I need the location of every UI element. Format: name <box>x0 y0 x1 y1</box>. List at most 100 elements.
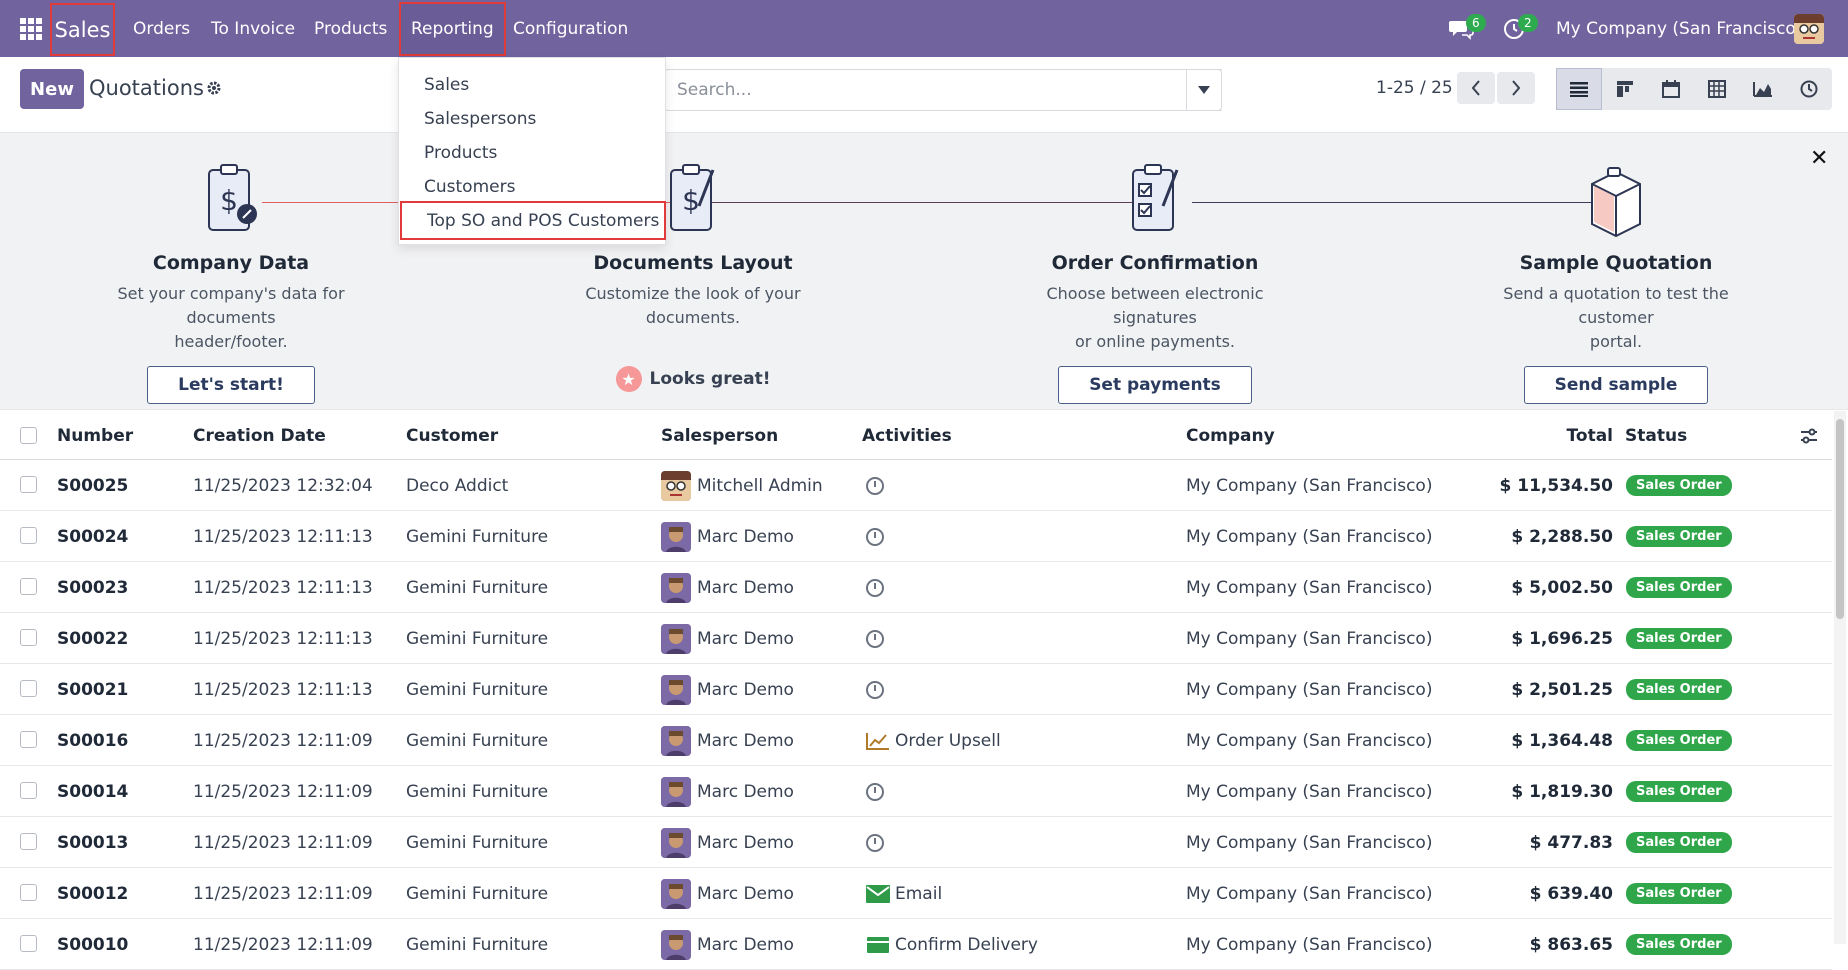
pivot-view-button[interactable] <box>1694 68 1740 110</box>
activity-view-button[interactable] <box>1786 68 1832 110</box>
apps-menu-icon[interactable] <box>20 18 42 40</box>
avatar <box>661 827 691 858</box>
activity-clock-icon[interactable] <box>866 476 884 495</box>
scrollbar-thumb[interactable] <box>1836 419 1844 619</box>
salesperson-name: Mitchell Admin <box>697 475 823 496</box>
pager-value[interactable]: 1-25 / 25 <box>1376 78 1453 98</box>
company-switcher[interactable]: My Company (San Francisco) <box>1556 0 1802 57</box>
column-number[interactable]: Number <box>57 411 133 460</box>
order-number: S00010 <box>57 934 129 955</box>
customer-name: Gemini Furniture <box>406 934 549 955</box>
column-customer[interactable]: Customer <box>406 411 498 460</box>
step-title: Documents Layout <box>593 252 793 274</box>
app-name-sales[interactable]: Sales <box>50 3 115 56</box>
step-sample-quotation: Sample Quotation Send a quotation to tes… <box>1466 160 1766 404</box>
column-company[interactable]: Company <box>1186 411 1275 460</box>
row-checkbox[interactable] <box>20 527 37 544</box>
activity-cell[interactable] <box>866 766 884 817</box>
row-checkbox[interactable] <box>20 680 37 697</box>
menu-configuration[interactable]: Configuration <box>513 0 628 57</box>
column-status[interactable]: Status <box>1625 411 1687 460</box>
activity-cell[interactable]: Order Upsell <box>866 715 1001 766</box>
kanban-view-button[interactable] <box>1602 68 1648 110</box>
salesperson: Marc Demo <box>661 562 794 613</box>
activity-cell[interactable]: Confirm Delivery <box>866 919 1038 970</box>
table-row[interactable]: S00022 11/25/2023 12:11:13 Gemini Furnitur… <box>0 613 1832 664</box>
menu-reporting[interactable]: Reporting <box>399 2 506 56</box>
menu-item-top-so-pos-customers[interactable]: Top SO and POS Customers <box>400 201 666 240</box>
row-checkbox[interactable] <box>20 884 37 901</box>
menu-item-customers[interactable]: Customers <box>399 170 665 203</box>
gear-icon[interactable] <box>206 80 222 96</box>
menu-item-salespersons[interactable]: Salespersons <box>399 102 665 135</box>
activity-label[interactable]: Confirm Delivery <box>895 935 1038 955</box>
activity-clock-icon[interactable] <box>866 629 884 648</box>
table-row[interactable]: S00010 11/25/2023 12:11:09 Gemini Furnitur… <box>0 919 1832 970</box>
table-row[interactable]: S00023 11/25/2023 12:11:13 Gemini Furnitur… <box>0 562 1832 613</box>
pager-next-button[interactable] <box>1497 72 1535 104</box>
new-button[interactable]: New <box>20 69 84 109</box>
table-row[interactable]: S00014 11/25/2023 12:11:09 Gemini Furnitur… <box>0 766 1832 817</box>
optional-columns-icon[interactable] <box>1800 411 1818 460</box>
status-badge: Sales Order <box>1626 781 1732 802</box>
caret-down-icon <box>1198 86 1210 94</box>
row-checkbox[interactable] <box>20 578 37 595</box>
graph-view-button[interactable] <box>1740 68 1786 110</box>
order-number: S00024 <box>57 526 129 547</box>
table-row[interactable]: S00025 11/25/2023 12:32:04 Deco Addict Mitc… <box>0 460 1832 511</box>
search-input[interactable]: Search... <box>664 69 1222 111</box>
company-name: My Company (San Francisco) <box>1186 832 1433 853</box>
activity-cell[interactable] <box>866 460 884 511</box>
table-row[interactable]: S00024 11/25/2023 12:11:13 Gemini Furnitur… <box>0 511 1832 562</box>
menu-item-products[interactable]: Products <box>399 136 665 169</box>
step-done-indicator: ★ Looks great! <box>615 366 770 392</box>
menu-item-sales[interactable]: Sales <box>399 68 665 101</box>
order-total: $ 477.83 <box>1529 832 1613 853</box>
activity-clock-icon[interactable] <box>866 833 884 852</box>
activity-clock-icon[interactable] <box>866 782 884 801</box>
user-avatar[interactable] <box>1794 14 1824 44</box>
vertical-scrollbar[interactable] <box>1834 411 1846 944</box>
activity-cell[interactable] <box>866 664 884 715</box>
menu-to-invoice[interactable]: To Invoice <box>211 0 295 57</box>
salesperson-name: Marc Demo <box>697 628 794 649</box>
calendar-view-button[interactable] <box>1648 68 1694 110</box>
table-row[interactable]: S00021 11/25/2023 12:11:13 Gemini Furnitur… <box>0 664 1832 715</box>
activity-cell[interactable] <box>866 613 884 664</box>
activity-clock-icon[interactable] <box>866 680 884 699</box>
menu-orders[interactable]: Orders <box>133 0 190 57</box>
pager-previous-button[interactable] <box>1457 72 1495 104</box>
column-activities[interactable]: Activities <box>862 411 952 460</box>
row-checkbox[interactable] <box>20 782 37 799</box>
send-sample-button[interactable]: Send sample <box>1523 366 1709 404</box>
set-payments-button[interactable]: Set payments <box>1058 366 1252 404</box>
activity-clock-icon[interactable] <box>866 527 884 546</box>
status-cell: Sales Order <box>1626 511 1732 562</box>
close-icon[interactable]: ✕ <box>1810 146 1828 171</box>
activity-cell[interactable]: Email <box>866 868 942 919</box>
activity-label[interactable]: Order Upsell <box>895 731 1001 751</box>
column-salesperson[interactable]: Salesperson <box>661 411 778 460</box>
order-total: $ 639.40 <box>1529 883 1613 904</box>
search-options-toggle[interactable] <box>1186 69 1222 111</box>
column-total[interactable]: Total <box>1540 411 1613 460</box>
activity-clock-icon[interactable] <box>866 578 884 597</box>
salesperson: Marc Demo <box>661 715 794 766</box>
lets-start-button[interactable]: Let's start! <box>147 366 315 404</box>
select-all-checkbox[interactable] <box>20 427 37 444</box>
row-checkbox[interactable] <box>20 629 37 646</box>
menu-products[interactable]: Products <box>314 0 387 57</box>
activity-label[interactable]: Email <box>895 884 942 904</box>
column-creation-date[interactable]: Creation Date <box>193 411 326 460</box>
row-checkbox[interactable] <box>20 476 37 493</box>
row-checkbox[interactable] <box>20 833 37 850</box>
table-row[interactable]: S00012 11/25/2023 12:11:09 Gemini Furnitur… <box>0 868 1832 919</box>
table-row[interactable]: S00016 11/25/2023 12:11:09 Gemini Furnitur… <box>0 715 1832 766</box>
row-checkbox[interactable] <box>20 731 37 748</box>
table-row[interactable]: S00013 11/25/2023 12:11:09 Gemini Furnitur… <box>0 817 1832 868</box>
activity-cell[interactable] <box>866 511 884 562</box>
activity-cell[interactable] <box>866 817 884 868</box>
activity-cell[interactable] <box>866 562 884 613</box>
status-cell: Sales Order <box>1626 460 1732 511</box>
list-view-button[interactable] <box>1556 68 1602 110</box>
